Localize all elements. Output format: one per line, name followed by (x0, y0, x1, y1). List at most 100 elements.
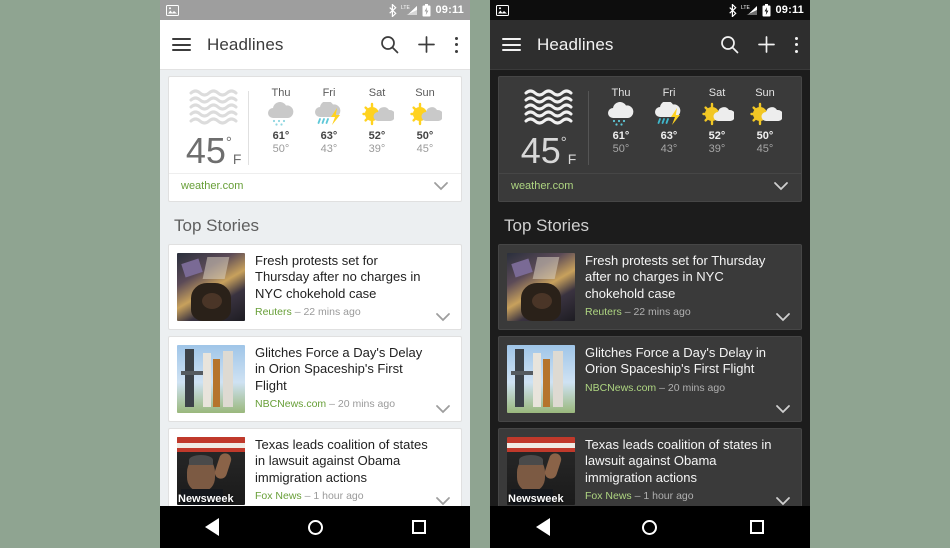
app-bar-title: Headlines (207, 34, 284, 54)
current-weather: 45 ° F (181, 87, 246, 169)
story-headline[interactable]: Texas leads coalition of states in lawsu… (255, 437, 435, 486)
back-triangle-icon[interactable] (204, 518, 219, 536)
forecast-low: 50° (272, 143, 290, 155)
forecast-list: Thu 61° 50° Fri 63° 43° Sat 52° 39° Sun … (597, 87, 789, 169)
battery-charging-icon (422, 3, 431, 16)
search-icon[interactable] (720, 35, 739, 54)
scroll-content[interactable]: 45 ° F Thu 61° 50° Fri 63° 43° Sat 52° 3… (490, 70, 810, 506)
search-icon[interactable] (380, 35, 399, 54)
forecast-day-name: Sat (368, 87, 386, 99)
status-bar-time: 09:11 (435, 4, 464, 16)
forecast-day: Sat 52° 39° (693, 87, 741, 169)
screenshot-stage: LTE 09:11 Headlines 45 ° F Thu 61° 50° F… (0, 0, 950, 548)
recents-square-icon[interactable] (411, 520, 426, 534)
status-bar: LTE 09:11 (490, 0, 810, 20)
forecast-high: 61° (612, 130, 630, 142)
forecast-low: 43° (320, 143, 338, 155)
protest-photo (177, 253, 245, 321)
chevron-down-icon[interactable] (775, 404, 791, 414)
scroll-content[interactable]: 45 ° F Thu 61° 50° Fri 63° 43° Sat 52° 3… (160, 70, 470, 506)
rocket-launchpad-photo (177, 345, 245, 413)
forecast-day: Sun 50° 45° (401, 87, 449, 169)
hamburger-menu-icon[interactable] (502, 38, 521, 51)
degree-symbol: ° (225, 134, 232, 151)
degree-symbol: ° (560, 134, 567, 151)
chevron-down-icon[interactable] (775, 496, 791, 506)
back-triangle-icon[interactable] (536, 518, 551, 536)
forecast-list: Thu 61° 50° Fri 63° 43° Sat 52° 39° Sun … (257, 87, 449, 169)
home-circle-icon[interactable] (642, 519, 658, 535)
story-headline[interactable]: Texas leads coalition of states in lawsu… (585, 437, 775, 486)
signal-icon: LTE (401, 5, 418, 15)
story-card[interactable]: Newsweek Texas leads coalition of states… (498, 428, 802, 506)
overflow-menu-icon[interactable] (794, 36, 798, 53)
story-separator: – (624, 305, 631, 318)
story-card[interactable]: Fresh protests set for Thursday after no… (168, 244, 462, 330)
forecast-day: Fri 63° 43° (645, 87, 693, 169)
forecast-high: 63° (320, 130, 338, 142)
forecast-day: Sun 50° 45° (741, 87, 789, 169)
hamburger-menu-icon[interactable] (172, 38, 191, 51)
rain-snow-cloud-icon (608, 102, 634, 126)
weather-card[interactable]: 45 ° F Thu 61° 50° Fri 63° 43° Sat 52° 3… (498, 76, 802, 202)
current-temperature: 45 ° F (521, 133, 577, 169)
forecast-day: Fri 63° 43° (305, 87, 353, 169)
svg-text:LTE: LTE (401, 5, 410, 11)
divider (248, 91, 249, 165)
chevron-down-icon[interactable] (773, 181, 789, 191)
plus-icon[interactable] (757, 35, 776, 54)
forecast-day: Thu 61° 50° (597, 87, 645, 169)
story-headline[interactable]: Fresh protests set for Thursday after no… (255, 253, 435, 302)
story-time: 1 hour ago (643, 489, 694, 502)
story-publisher: Fox News (585, 489, 632, 502)
chevron-down-icon[interactable] (435, 404, 451, 414)
story-meta: Reuters – 22 mins ago (255, 306, 435, 318)
temp-value: 45 (520, 130, 561, 171)
chevron-down-icon[interactable] (775, 312, 791, 322)
chevron-down-icon[interactable] (435, 312, 451, 322)
status-bar: LTE 09:11 (160, 0, 470, 20)
thumb-watermark: Newsweek (508, 493, 564, 505)
forecast-low: 39° (708, 143, 726, 155)
story-time: 1 hour ago (313, 489, 364, 502)
phone-dark-theme: LTE 09:11 Headlines 45 ° F Thu 61° 50° F… (490, 0, 810, 548)
recents-square-icon[interactable] (749, 520, 764, 534)
chevron-down-icon[interactable] (433, 181, 449, 191)
fog-icon (524, 89, 573, 125)
story-headline[interactable]: Fresh protests set for Thursday after no… (585, 253, 775, 302)
status-bar-time: 09:11 (775, 4, 804, 16)
section-title: Top Stories (504, 216, 590, 235)
story-card[interactable]: Glitches Force a Day's Delay in Orion Sp… (168, 336, 462, 422)
forecast-day-name: Thu (611, 87, 631, 99)
current-temperature: 45 ° F (186, 133, 242, 169)
story-headline[interactable]: Glitches Force a Day's Delay in Orion Sp… (585, 345, 775, 378)
story-card[interactable]: Fresh protests set for Thursday after no… (498, 244, 802, 330)
story-card[interactable]: Glitches Force a Day's Delay in Orion Sp… (498, 336, 802, 422)
temp-unit: F (232, 151, 242, 167)
forecast-low: 45° (416, 143, 434, 155)
forecast-high: 50° (756, 130, 774, 142)
forecast-low: 43° (660, 143, 678, 155)
chevron-down-icon[interactable] (435, 496, 451, 506)
forecast-high: 50° (416, 130, 434, 142)
story-time: 22 mins ago (303, 305, 361, 318)
rocket-launchpad-photo (507, 345, 575, 413)
story-meta: NBCNews.com – 20 mins ago (255, 398, 435, 410)
fog-icon (189, 89, 238, 125)
forecast-day-name: Sun (415, 87, 435, 99)
weather-source-link[interactable]: weather.com (181, 180, 243, 192)
overflow-menu-icon[interactable] (454, 36, 458, 53)
forecast-low: 39° (368, 143, 386, 155)
weather-card[interactable]: 45 ° F Thu 61° 50° Fri 63° 43° Sat 52° 3… (168, 76, 462, 202)
forecast-high: 61° (272, 130, 290, 142)
story-headline[interactable]: Glitches Force a Day's Delay in Orion Sp… (255, 345, 435, 394)
system-navigation-bar (160, 506, 470, 548)
forecast-day-name: Sat (708, 87, 726, 99)
home-circle-icon[interactable] (307, 519, 323, 535)
story-card[interactable]: Newsweek Texas leads coalition of states… (168, 428, 462, 506)
plus-icon[interactable] (417, 35, 436, 54)
forecast-high: 52° (708, 130, 726, 142)
obama-photo: Newsweek (177, 437, 245, 505)
sun-behind-cloud-icon (750, 102, 782, 126)
weather-source-link[interactable]: weather.com (511, 180, 573, 192)
